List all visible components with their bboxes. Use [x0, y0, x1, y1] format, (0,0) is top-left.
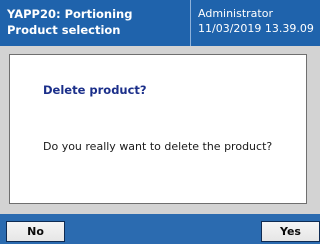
header-bar: YAPP20: Portioning Product selection Adm… — [0, 0, 320, 46]
delete-product-dialog: Delete product? Do you really want to de… — [9, 54, 307, 204]
app-screen: YAPP20: Portioning Product selection Adm… — [0, 0, 320, 244]
dialog-title: Delete product? — [43, 83, 147, 97]
header-datetime: 11/03/2019 13.39.09 — [198, 22, 314, 35]
header-user: Administrator — [198, 7, 273, 20]
yes-button[interactable]: Yes — [261, 221, 320, 242]
header-title: YAPP20: Portioning — [7, 7, 133, 21]
header-right: Administrator 11/03/2019 13.39.09 — [198, 6, 314, 36]
header-subtitle: Product selection — [7, 23, 121, 37]
header-divider — [190, 0, 191, 46]
no-button[interactable]: No — [6, 221, 65, 242]
dialog-message: Do you really want to delete the product… — [43, 140, 273, 153]
header-left: YAPP20: Portioning Product selection — [7, 6, 132, 38]
